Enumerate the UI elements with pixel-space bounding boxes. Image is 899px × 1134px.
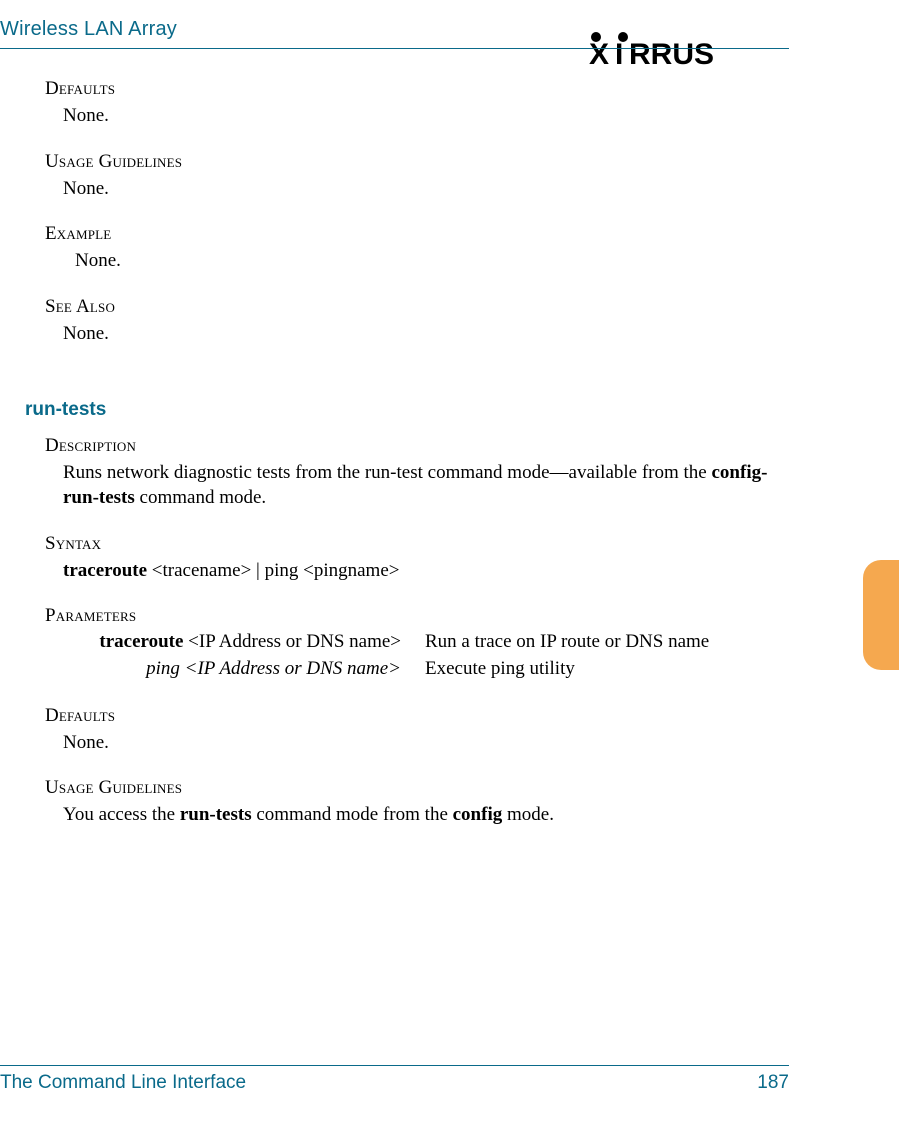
text: <tracename> | ping <pingname>: [147, 560, 399, 581]
side-tab-icon: [863, 560, 899, 670]
text: Runs network diagnostic tests from the r…: [63, 462, 712, 483]
section-syntax: Syntax traceroute <tracename> | ping <pi…: [45, 533, 789, 584]
table-row: traceroute <IP Address or DNS name> Run …: [45, 629, 789, 656]
svg-text:I: I: [615, 38, 624, 66]
command-title: run-tests: [25, 399, 789, 421]
section-heading: Usage Guidelines: [45, 777, 789, 799]
page-footer: The Command Line Interface 187: [0, 1065, 789, 1094]
section-body: None.: [45, 730, 789, 756]
text: You access the: [63, 804, 180, 825]
page-header: Wireless LAN Array X I RRUS: [0, 18, 899, 41]
page: Wireless LAN Array X I RRUS Defaults Non…: [0, 0, 899, 1134]
section-body: None.: [45, 321, 789, 347]
footer-row: The Command Line Interface 187: [0, 1072, 789, 1094]
param-left: ping <IP Address or DNS name>: [45, 656, 425, 683]
section-defaults: Defaults None.: [45, 78, 789, 129]
table-row: ping <IP Address or DNS name> Execute pi…: [45, 656, 789, 683]
section-description: Description Runs network diagnostic test…: [45, 435, 789, 511]
xirrus-logo-icon: X I RRUS: [589, 26, 789, 66]
bold-text: run-tests: [180, 804, 252, 825]
section-seealso: See Also None.: [45, 296, 789, 347]
section-usage: Usage Guidelines None.: [45, 151, 789, 202]
footer-rule: [0, 1065, 789, 1066]
bold-text: traceroute: [63, 560, 147, 581]
section-heading: See Also: [45, 296, 789, 318]
section-body: Runs network diagnostic tests from the r…: [45, 460, 789, 511]
footer-left: The Command Line Interface: [0, 1072, 246, 1094]
text: command mode from the: [252, 804, 453, 825]
section-defaults-2: Defaults None.: [45, 705, 789, 756]
section-heading: Description: [45, 435, 789, 457]
section-usage-2: Usage Guidelines You access the run-test…: [45, 777, 789, 828]
section-heading: Defaults: [45, 78, 789, 100]
param-right: Run a trace on IP route or DNS name: [425, 629, 789, 656]
section-body: traceroute <tracename> | ping <pingname>: [45, 558, 789, 584]
page-number: 187: [757, 1072, 789, 1094]
bold-text: config: [453, 804, 503, 825]
section-body: None.: [45, 248, 789, 274]
section-body: None.: [45, 176, 789, 202]
section-example: Example None.: [45, 223, 789, 274]
text: mode.: [502, 804, 554, 825]
section-body: You access the run-tests command mode fr…: [45, 802, 789, 828]
section-heading: Usage Guidelines: [45, 151, 789, 173]
section-heading: Parameters: [45, 605, 789, 627]
section-heading: Example: [45, 223, 789, 245]
section-heading: Syntax: [45, 533, 789, 555]
section-body: None.: [45, 103, 789, 129]
header-rule: [0, 48, 789, 49]
text: command mode.: [135, 487, 266, 508]
brand-logo: X I RRUS: [589, 26, 789, 66]
svg-text:RRUS: RRUS: [629, 38, 714, 66]
text: <IP Address or DNS name>: [183, 631, 401, 652]
bold-text: traceroute: [99, 631, 183, 652]
italic-text: ping <IP Address or DNS name>: [146, 658, 401, 679]
section-heading: Defaults: [45, 705, 789, 727]
page-body: Defaults None. Usage Guidelines None. Ex…: [45, 70, 789, 1054]
section-parameters: Parameters traceroute <IP Address or DNS…: [45, 605, 789, 682]
parameter-table: traceroute <IP Address or DNS name> Run …: [45, 629, 789, 682]
param-left: traceroute <IP Address or DNS name>: [45, 629, 425, 656]
svg-text:X: X: [589, 38, 610, 66]
param-right: Execute ping utility: [425, 656, 789, 683]
